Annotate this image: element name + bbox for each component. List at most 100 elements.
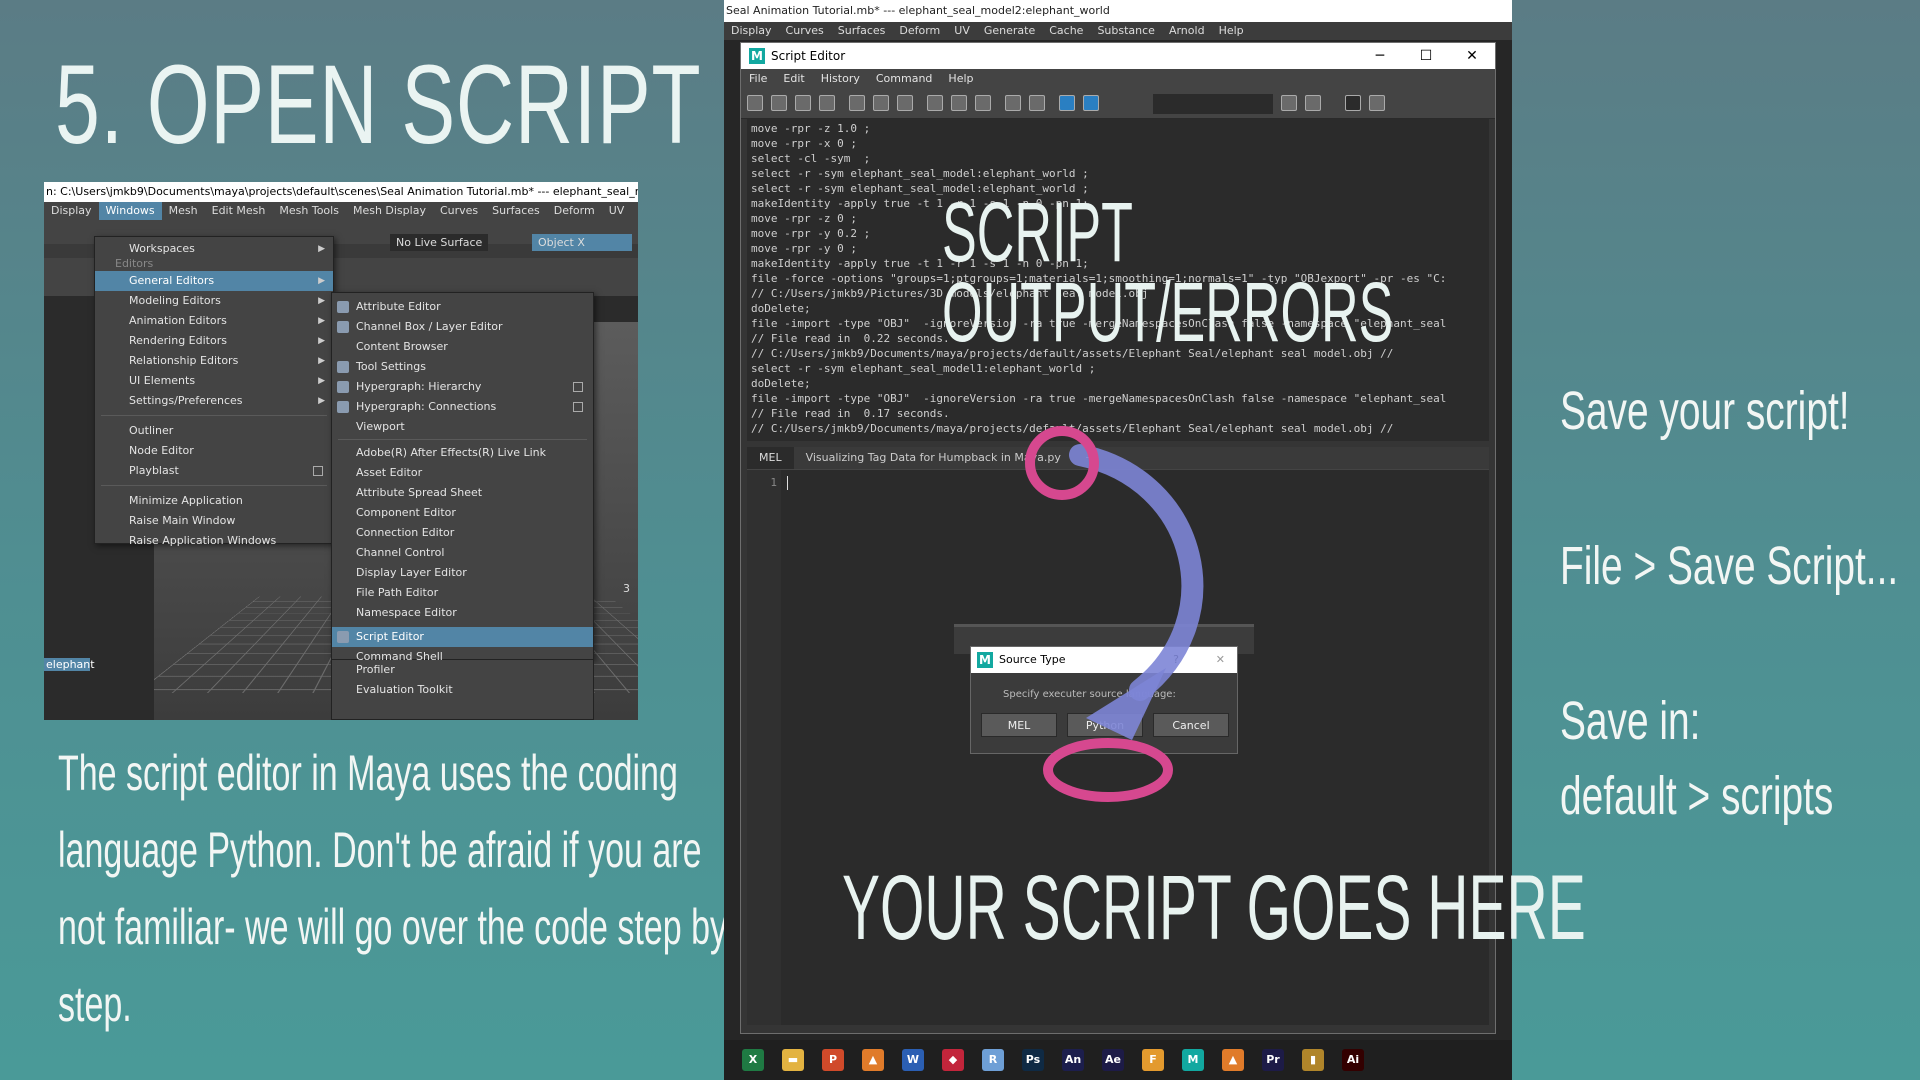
menu-uv[interactable]: UV [602, 202, 632, 220]
clear-input-icon[interactable] [873, 95, 889, 111]
menu-item-animation-editors[interactable]: Animation Editors ▶ [95, 311, 333, 331]
submenu-item-profiler[interactable]: Profiler [332, 660, 593, 680]
help-icon[interactable]: ? [1173, 647, 1179, 673]
submenu-item-asset-editor[interactable]: Asset Editor [332, 463, 593, 483]
execute-all-icon[interactable] [1059, 95, 1075, 111]
option-box-icon[interactable] [573, 382, 583, 392]
menu-gen[interactable]: Gen [631, 202, 638, 220]
save-script-icon[interactable] [795, 95, 811, 111]
submenu-item-display-layer-editor[interactable]: Display Layer Editor [332, 563, 593, 583]
menu-mesh-tools[interactable]: Mesh Tools [272, 202, 346, 220]
menu-edit[interactable]: Edit [775, 69, 812, 89]
live-surface-field[interactable]: No Live Surface [390, 234, 489, 251]
menu-item-playblast[interactable]: Playblast [95, 461, 333, 481]
taskbar-app-icon[interactable]: R [982, 1049, 1004, 1071]
show-history-icon[interactable] [927, 95, 943, 111]
submenu-item-file-path-editor[interactable]: File Path Editor [332, 583, 593, 603]
submenu-item-hypergraph-hierarchy[interactable]: Hypergraph: Hierarchy [332, 377, 593, 397]
tab-mel[interactable]: MEL [747, 447, 794, 469]
show-both-icon[interactable] [975, 95, 991, 111]
submenu-item-viewport[interactable]: Viewport [332, 417, 593, 437]
taskbar-app-icon[interactable]: P [822, 1049, 844, 1071]
submenu-item-attribute-editor[interactable]: Attribute Editor [332, 297, 593, 317]
taskbar-app-icon[interactable]: W [902, 1049, 924, 1071]
menu-generate[interactable]: Generate [977, 22, 1042, 40]
menu-deform[interactable]: Deform [892, 22, 947, 40]
maximize-icon[interactable]: ☐ [1403, 43, 1449, 69]
menu-item-settings-preferences[interactable]: Settings/Preferences ▶ [95, 391, 333, 411]
taskbar-app-icon[interactable]: ▲ [1222, 1049, 1244, 1071]
taskbar-app-icon[interactable]: ▬ [782, 1049, 804, 1071]
clear-history-icon[interactable] [849, 95, 865, 111]
taskbar-app-icon[interactable]: Ai [1342, 1049, 1364, 1071]
submenu-item-component-editor[interactable]: Component Editor [332, 503, 593, 523]
menu-uv[interactable]: UV [947, 22, 977, 40]
search-up-icon[interactable] [1305, 95, 1321, 111]
clear-all-icon[interactable] [897, 95, 913, 111]
goto-line-icon[interactable] [1369, 95, 1385, 111]
taskbar-app-icon[interactable]: Ps [1022, 1049, 1044, 1071]
search-input[interactable] [1153, 94, 1273, 114]
submenu-item-channel-control[interactable]: Channel Control [332, 543, 593, 563]
taskbar-app-icon[interactable]: ▮ [1302, 1049, 1324, 1071]
submenu-item-evaluation-toolkit[interactable]: Evaluation Toolkit [332, 680, 593, 700]
menu-command[interactable]: Command [868, 69, 941, 89]
tab-python-script[interactable]: Visualizing Tag Data for Humpback in May… [794, 447, 1073, 469]
menu-help[interactable]: Help [1212, 22, 1251, 40]
submenu-item-connection-editor[interactable]: Connection Editor [332, 523, 593, 543]
menu-surfaces[interactable]: Surfaces [831, 22, 893, 40]
menu-deform[interactable]: Deform [547, 202, 602, 220]
menu-item-ui-elements[interactable]: UI Elements ▶ [95, 371, 333, 391]
menu-item-minimize-application[interactable]: Minimize Application [95, 491, 333, 511]
taskbar-app-icon[interactable]: ▲ [862, 1049, 884, 1071]
taskbar-app-icon[interactable]: X [742, 1049, 764, 1071]
echo-commands-icon[interactable] [1005, 95, 1021, 111]
menu-surfaces[interactable]: Surfaces [485, 202, 547, 220]
menu-item-workspaces[interactable]: Workspaces ▶ [95, 239, 333, 259]
submenu-item-tool-settings[interactable]: Tool Settings [332, 357, 593, 377]
execute-icon[interactable] [1083, 95, 1099, 111]
mel-button[interactable]: MEL [981, 713, 1057, 737]
menu-file[interactable]: File [741, 69, 775, 89]
menu-cache[interactable]: Cache [1042, 22, 1090, 40]
minimize-icon[interactable]: ─ [1357, 43, 1403, 69]
cancel-button[interactable]: Cancel [1153, 713, 1229, 737]
menu-curves[interactable]: Curves [433, 202, 485, 220]
submenu-item-script-editor[interactable]: Script Editor [332, 627, 593, 647]
menu-display[interactable]: Display [724, 22, 779, 40]
submenu-item-namespace-editor[interactable]: Namespace Editor [332, 603, 593, 623]
taskbar-app-icon[interactable]: Pr [1262, 1049, 1284, 1071]
goto-line-field[interactable] [1345, 95, 1361, 111]
submenu-item-attribute-spread-sheet[interactable]: Attribute Spread Sheet [332, 483, 593, 503]
taskbar-app-icon[interactable]: An [1062, 1049, 1084, 1071]
menu-item-node-editor[interactable]: Node Editor [95, 441, 333, 461]
submenu-item-after-effects-live-link[interactable]: Adobe(R) After Effects(R) Live Link [332, 443, 593, 463]
menu-edit-mesh[interactable]: Edit Mesh [205, 202, 273, 220]
option-box-icon[interactable] [313, 466, 323, 476]
menu-history[interactable]: History [813, 69, 868, 89]
show-input-icon[interactable] [951, 95, 967, 111]
taskbar-app-icon[interactable]: Ae [1102, 1049, 1124, 1071]
menu-curves[interactable]: Curves [779, 22, 831, 40]
option-box-icon[interactable] [573, 402, 583, 412]
menu-item-raise-main-window[interactable]: Raise Main Window [95, 511, 333, 531]
outliner-item-selected[interactable]: elephant [44, 658, 95, 671]
menu-arnold[interactable]: Arnold [1162, 22, 1212, 40]
python-button[interactable]: Python [1067, 713, 1143, 737]
taskbar-app-icon[interactable]: F [1142, 1049, 1164, 1071]
menu-mesh-display[interactable]: Mesh Display [346, 202, 433, 220]
line-numbers-icon[interactable] [1029, 95, 1045, 111]
add-tab-button[interactable]: + [1073, 447, 1106, 469]
close-icon[interactable]: ✕ [1216, 647, 1225, 673]
menu-item-modeling-editors[interactable]: Modeling Editors ▶ [95, 291, 333, 311]
menu-item-outliner[interactable]: Outliner [95, 421, 333, 441]
search-down-icon[interactable] [1281, 95, 1297, 111]
menu-item-relationship-editors[interactable]: Relationship Editors ▶ [95, 351, 333, 371]
save-to-shelf-icon[interactable] [819, 95, 835, 111]
menu-help[interactable]: Help [940, 69, 981, 89]
submenu-item-hypergraph-connections[interactable]: Hypergraph: Connections [332, 397, 593, 417]
close-icon[interactable]: ✕ [1449, 43, 1495, 69]
taskbar-app-icon[interactable]: ◆ [942, 1049, 964, 1071]
menu-display[interactable]: Display [44, 202, 99, 220]
open-script-icon[interactable] [747, 95, 763, 111]
